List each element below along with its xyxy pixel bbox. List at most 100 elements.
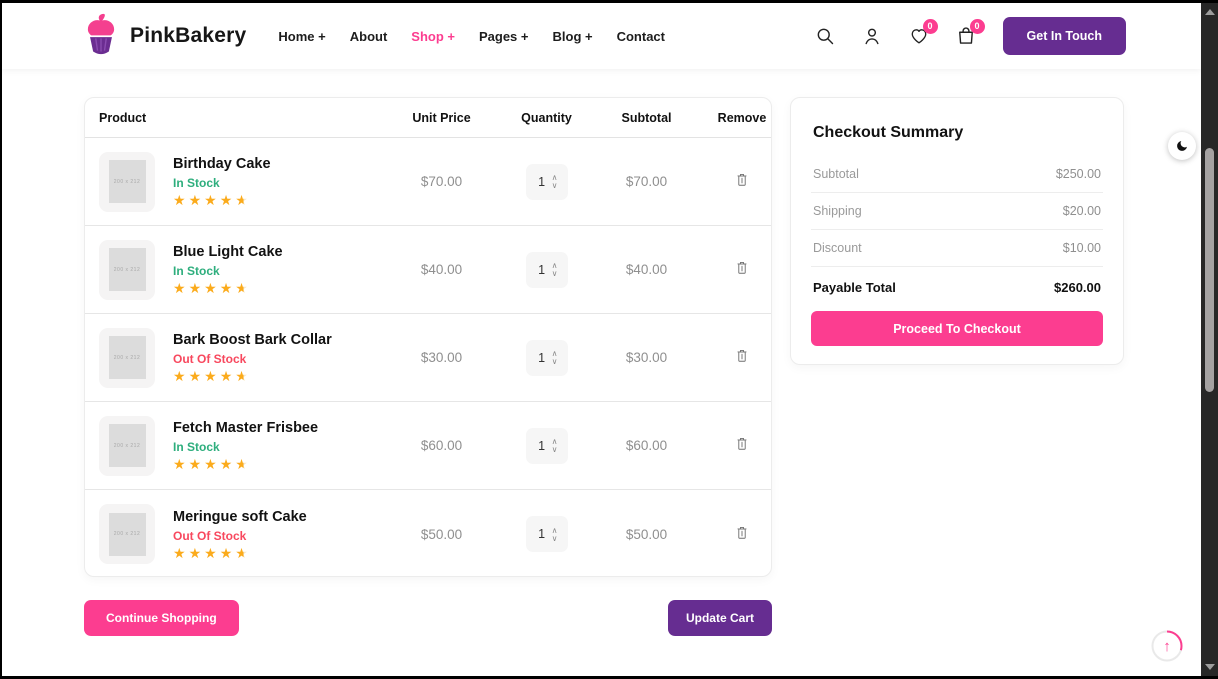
quantity-up-icon[interactable]: ∧	[552, 174, 558, 181]
scrollbar-thumb[interactable]	[1205, 148, 1214, 392]
quantity-input[interactable]	[536, 175, 548, 189]
quantity-input[interactable]	[536, 351, 548, 365]
site-header: PinkBakery Home + About Shop + Pages + B…	[2, 3, 1201, 69]
cart-table-header: Product Unit Price Quantity Subtotal Rem…	[85, 98, 771, 138]
stock-status: In Stock	[173, 440, 318, 454]
search-icon[interactable]	[815, 26, 836, 47]
nav-item-pages[interactable]: Pages +	[479, 29, 529, 44]
nav-item-about[interactable]: About	[350, 29, 388, 44]
window-scrollbar[interactable]	[1201, 0, 1218, 679]
product-name: Birthday Cake	[173, 156, 271, 172]
quantity-input[interactable]	[536, 439, 548, 453]
nav-item-contact[interactable]: Contact	[617, 29, 665, 44]
trash-icon	[735, 172, 749, 188]
product-cell: 200 x 212 Fetch Master Frisbee In Stock …	[99, 416, 384, 476]
star-rating: ★★★★★	[173, 193, 271, 207]
cart-row: 200 x 212 Blue Light Cake In Stock ★★★★★…	[85, 226, 771, 314]
quantity-down-icon[interactable]: ∨	[552, 358, 558, 365]
col-unit-price: Unit Price	[384, 111, 499, 125]
brand-logo[interactable]: PinkBakery	[80, 12, 246, 61]
product-cell: 200 x 212 Blue Light Cake In Stock ★★★★★	[99, 240, 384, 300]
remove-item-button[interactable]	[733, 346, 751, 369]
update-cart-button[interactable]: Update Cart	[668, 600, 772, 636]
cart-bag-icon[interactable]: 0	[956, 26, 977, 47]
col-product: Product	[99, 111, 384, 125]
product-image: 200 x 212	[99, 240, 155, 300]
unit-price: $60.00	[384, 438, 499, 453]
quantity-up-icon[interactable]: ∧	[552, 262, 558, 269]
product-name: Fetch Master Frisbee	[173, 420, 318, 436]
cupcake-logo-icon	[80, 12, 122, 61]
product-image: 200 x 212	[99, 416, 155, 476]
col-quantity: Quantity	[499, 111, 594, 125]
col-subtotal: Subtotal	[594, 111, 699, 125]
product-image: 200 x 212	[99, 152, 155, 212]
nav-item-blog[interactable]: Blog +	[553, 29, 593, 44]
star-rating: ★★★★★	[173, 546, 307, 560]
trash-icon	[735, 260, 749, 276]
product-name: Meringue soft Cake	[173, 509, 307, 525]
stock-status: In Stock	[173, 176, 271, 190]
cart-actions: Continue Shopping Update Cart	[84, 600, 772, 636]
get-in-touch-button[interactable]: Get In Touch	[1003, 17, 1126, 55]
moon-icon	[1175, 139, 1189, 153]
remove-item-button[interactable]	[733, 523, 751, 546]
account-icon[interactable]	[862, 26, 883, 47]
scrollbar-up-arrow[interactable]	[1205, 9, 1215, 15]
cart-badge: 0	[970, 19, 985, 34]
dark-mode-toggle[interactable]	[1168, 132, 1196, 160]
unit-price: $30.00	[384, 350, 499, 365]
product-name: Bark Boost Bark Collar	[173, 332, 332, 348]
trash-icon	[735, 436, 749, 452]
quantity-stepper[interactable]: ∧∨	[526, 340, 568, 376]
summary-row-discount: Discount $10.00	[811, 230, 1103, 267]
quantity-down-icon[interactable]: ∨	[552, 535, 558, 542]
wishlist-icon[interactable]: 0	[909, 26, 930, 47]
quantity-down-icon[interactable]: ∨	[552, 446, 558, 453]
remove-item-button[interactable]	[733, 170, 751, 193]
quantity-stepper[interactable]: ∧∨	[526, 164, 568, 200]
star-rating: ★★★★★	[173, 369, 332, 383]
product-name: Blue Light Cake	[173, 244, 283, 260]
quantity-stepper[interactable]: ∧∨	[526, 516, 568, 552]
quantity-down-icon[interactable]: ∨	[552, 270, 558, 277]
scrollbar-down-arrow[interactable]	[1205, 664, 1215, 670]
col-remove: Remove	[699, 111, 772, 125]
cart-row: 200 x 212 Fetch Master Frisbee In Stock …	[85, 402, 771, 490]
star-rating: ★★★★★	[173, 281, 283, 295]
nav-item-home[interactable]: Home +	[278, 29, 325, 44]
scroll-to-top-button[interactable]: ↑	[1151, 630, 1183, 662]
summary-row-shipping: Shipping $20.00	[811, 193, 1103, 230]
remove-item-button[interactable]	[733, 434, 751, 457]
quantity-stepper[interactable]: ∧∨	[526, 428, 568, 464]
cart-table: Product Unit Price Quantity Subtotal Rem…	[84, 97, 772, 577]
checkout-summary: Checkout Summary Subtotal $250.00 Shippi…	[790, 97, 1124, 365]
star-rating: ★★★★★	[173, 457, 318, 471]
nav-item-shop[interactable]: Shop +	[411, 29, 455, 44]
cart-row: 200 x 212 Meringue soft Cake Out Of Stoc…	[85, 490, 771, 577]
row-subtotal: $70.00	[594, 174, 699, 189]
wishlist-badge: 0	[923, 19, 938, 34]
row-subtotal: $50.00	[594, 527, 699, 542]
summary-row-subtotal: Subtotal $250.00	[811, 156, 1103, 193]
quantity-up-icon[interactable]: ∧	[552, 350, 558, 357]
proceed-to-checkout-button[interactable]: Proceed To Checkout	[811, 311, 1103, 346]
cart-row: 200 x 212 Birthday Cake In Stock ★★★★★ $…	[85, 138, 771, 226]
summary-total-row: Payable Total $260.00	[811, 267, 1103, 311]
cart-row: 200 x 212 Bark Boost Bark Collar Out Of …	[85, 314, 771, 402]
product-image: 200 x 212	[99, 328, 155, 388]
unit-price: $70.00	[384, 174, 499, 189]
brand-name: PinkBakery	[130, 24, 246, 48]
product-cell: 200 x 212 Birthday Cake In Stock ★★★★★	[99, 152, 384, 212]
remove-item-button[interactable]	[733, 258, 751, 281]
quantity-input[interactable]	[536, 263, 548, 277]
quantity-input[interactable]	[536, 527, 548, 541]
quantity-up-icon[interactable]: ∧	[552, 527, 558, 534]
continue-shopping-button[interactable]: Continue Shopping	[84, 600, 239, 636]
quantity-up-icon[interactable]: ∧	[552, 438, 558, 445]
row-subtotal: $30.00	[594, 350, 699, 365]
product-cell: 200 x 212 Meringue soft Cake Out Of Stoc…	[99, 504, 384, 564]
quantity-down-icon[interactable]: ∨	[552, 182, 558, 189]
quantity-stepper[interactable]: ∧∨	[526, 252, 568, 288]
stock-status: Out Of Stock	[173, 529, 307, 543]
